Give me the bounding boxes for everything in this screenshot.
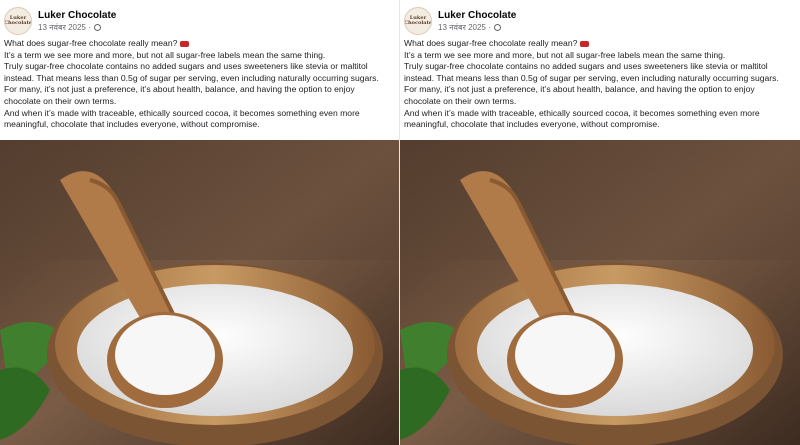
post-line: For many, it’s not just a preference, it…: [404, 84, 755, 95]
avatar-logo: Luker Chocolate: [4, 15, 32, 26]
avatar[interactable]: Luker Chocolate: [404, 7, 432, 35]
post-line: meaningful, chocolate that includes ever…: [404, 119, 660, 130]
post-text: What does sugar-free chocolate really me…: [404, 38, 794, 131]
post-photo[interactable]: [400, 140, 800, 445]
sugar-bowl-photo: [400, 140, 800, 445]
post-line: It’s a term we see more and more, but no…: [4, 49, 326, 60]
post-line: Truly sugar-free chocolate contains no a…: [404, 61, 768, 72]
avatar-logo: Luker Chocolate: [404, 15, 432, 26]
post-meta: Luker Chocolate 13 नवंबर 2025 ·: [438, 10, 516, 33]
candy-icon: [180, 40, 190, 47]
post-header: Luker Chocolate Luker Chocolate 13 नवंबर…: [404, 6, 516, 36]
avatar[interactable]: Luker Chocolate: [4, 7, 32, 35]
date-row: 13 नवंबर 2025 ·: [38, 22, 116, 33]
post-line: What does sugar-free chocolate really me…: [4, 38, 394, 50]
post-line: And when it’s made with traceable, ethic…: [4, 107, 360, 118]
post-line: chocolate on their own terms.: [404, 95, 517, 106]
post-line: chocolate on their own terms.: [4, 95, 117, 106]
globe-icon: [493, 23, 501, 31]
post-line: instead. That means less than 0.5g of su…: [404, 72, 779, 83]
post-line: instead. That means less than 0.5g of su…: [4, 72, 379, 83]
post-meta: Luker Chocolate 13 नवंबर 2025 ·: [38, 10, 116, 33]
post-line: meaningful, chocolate that includes ever…: [4, 119, 260, 130]
post-header: Luker Chocolate Luker Chocolate 13 नवंबर…: [4, 6, 116, 36]
post-line: Truly sugar-free chocolate contains no a…: [4, 61, 368, 72]
screenshot-pair: Luker Chocolate Luker Chocolate 13 नवंबर…: [0, 0, 800, 445]
globe-icon: [93, 23, 101, 31]
facebook-post-left: Luker Chocolate Luker Chocolate 13 नवंबर…: [0, 0, 400, 445]
candy-icon: [580, 40, 590, 47]
post-line: For many, it’s not just a preference, it…: [4, 84, 355, 95]
sugar-bowl-photo: [0, 140, 400, 445]
page-name[interactable]: Luker Chocolate: [38, 10, 116, 21]
post-line: And when it’s made with traceable, ethic…: [404, 107, 760, 118]
post-date[interactable]: 13 नवंबर 2025 ·: [38, 22, 91, 33]
post-line: What does sugar-free chocolate really me…: [404, 38, 794, 50]
post-line: It’s a term we see more and more, but no…: [404, 49, 726, 60]
post-text: What does sugar-free chocolate really me…: [4, 38, 394, 131]
page-name[interactable]: Luker Chocolate: [438, 10, 516, 21]
post-date[interactable]: 13 नवंबर 2025 ·: [438, 22, 491, 33]
facebook-post-right: Luker Chocolate Luker Chocolate 13 नवंबर…: [400, 0, 800, 445]
post-photo[interactable]: [0, 140, 400, 445]
date-row: 13 नवंबर 2025 ·: [438, 22, 516, 33]
